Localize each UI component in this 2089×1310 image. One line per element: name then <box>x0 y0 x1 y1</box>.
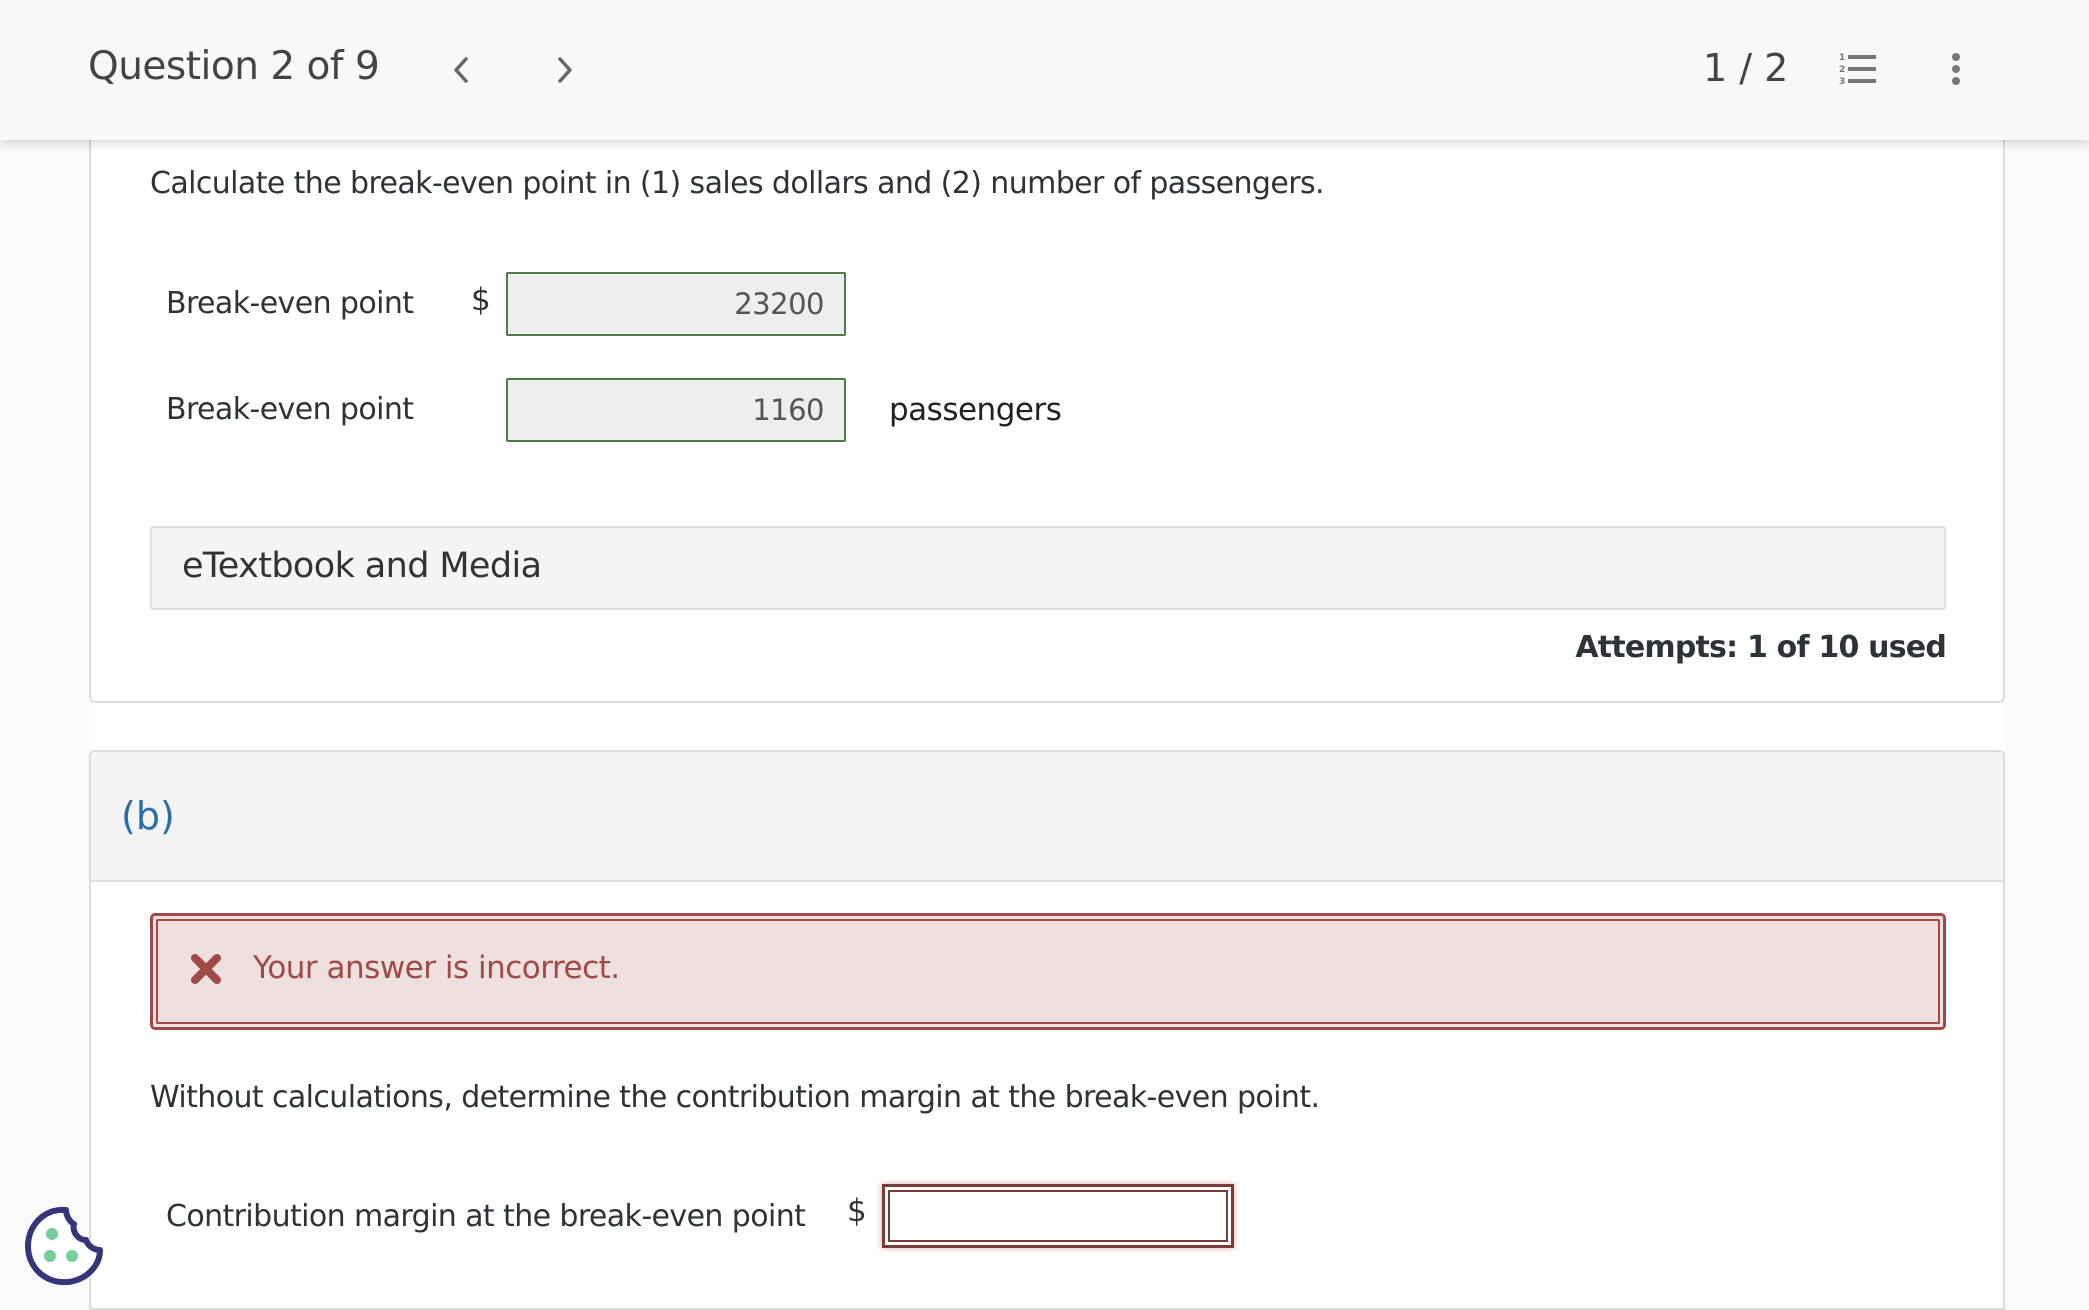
previous-question-button[interactable] <box>441 48 481 92</box>
question-header: Question 2 of 9 1 / 2 1 2 3 <box>0 0 2089 140</box>
contribution-margin-label: Contribution margin at the break-even po… <box>166 1199 806 1234</box>
passengers-unit: passengers <box>889 392 1062 428</box>
dollar-sign: $ <box>471 282 491 318</box>
break-even-sales-label: Break-even point <box>166 286 414 321</box>
chevron-left-icon <box>454 57 468 83</box>
part-b-label: (b) <box>121 794 175 838</box>
svg-text:1: 1 <box>1839 53 1845 63</box>
cookie-settings-button[interactable] <box>22 1204 106 1288</box>
break-even-passengers-input[interactable]: 1160 <box>506 378 846 442</box>
break-even-sales-input[interactable]: 23200 <box>506 272 846 336</box>
page-count: 1 / 2 <box>1703 46 1789 90</box>
feedback-text: Your answer is incorrect. <box>253 950 620 986</box>
cookie-icon <box>25 1206 103 1286</box>
svg-text:2: 2 <box>1839 65 1845 75</box>
next-question-button[interactable] <box>545 48 585 92</box>
incorrect-feedback: Your answer is incorrect. <box>150 913 1946 1030</box>
more-options-button[interactable] <box>1944 48 1968 92</box>
question-position: Question 2 of 9 <box>88 44 380 89</box>
chevron-right-icon <box>558 57 572 83</box>
question-list-button[interactable]: 1 2 3 <box>1838 50 1884 90</box>
break-even-passengers-label: Break-even point <box>166 392 414 427</box>
section-gap <box>89 703 2005 751</box>
part-b-prompt: Without calculations, determine the cont… <box>150 1080 1320 1115</box>
etextbook-media-button[interactable]: eTextbook and Media <box>150 526 1946 610</box>
etextbook-media-label: eTextbook and Media <box>182 546 542 586</box>
more-vertical-icon <box>1952 53 1960 85</box>
part-a-prompt: Calculate the break-even point in (1) sa… <box>150 166 1325 201</box>
dollar-sign: $ <box>847 1193 867 1229</box>
numbered-list-icon: 1 2 3 <box>1839 53 1876 87</box>
x-icon <box>191 954 221 984</box>
contribution-margin-input[interactable] <box>888 1190 1228 1242</box>
contribution-margin-field[interactable] <box>882 1184 1234 1248</box>
attempts-count: Attempts: 1 of 10 used <box>1575 630 1946 665</box>
part-b-header: (b) <box>91 752 2003 882</box>
svg-text:3: 3 <box>1839 77 1845 87</box>
